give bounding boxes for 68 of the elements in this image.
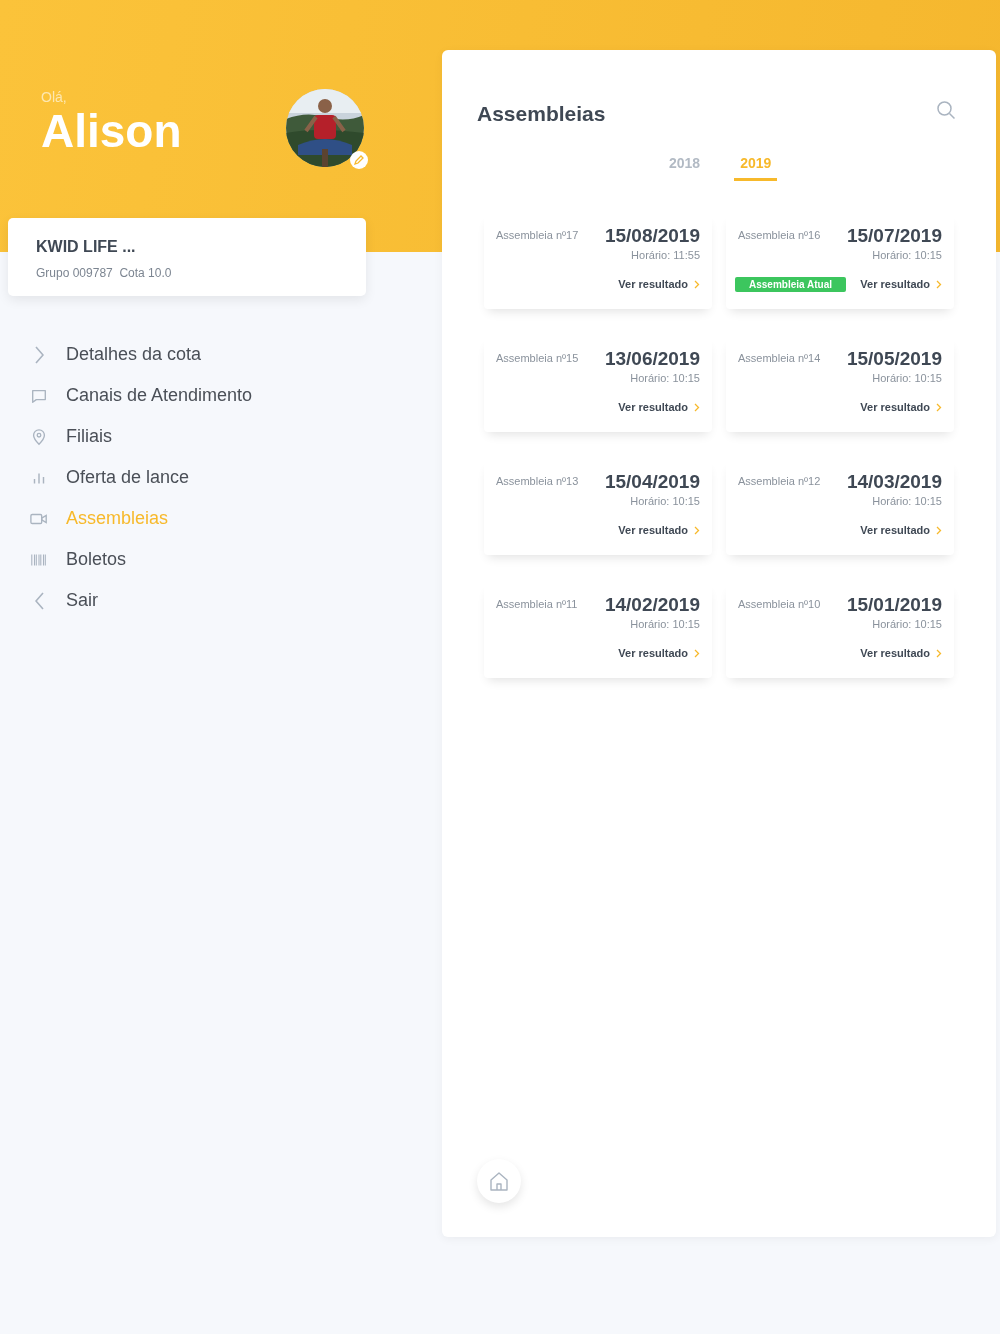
assembly-number: Assembleia nº17	[496, 229, 579, 241]
assembly-date: 14/02/2019	[604, 594, 700, 616]
assembly-date: 13/06/2019	[604, 348, 700, 370]
quota-title: KWID LIFE ...	[36, 238, 137, 256]
result-link[interactable]: Ver resultado	[860, 278, 942, 290]
pencil-icon[interactable]	[350, 151, 368, 169]
assembly-card[interactable]: Assembleia nº13 15/04/2019 Horário: 10:15 Ver resultado	[484, 460, 712, 555]
chevron-right-icon	[936, 648, 942, 658]
result-link[interactable]: Ver resultado	[860, 401, 942, 413]
assembly-number: Assembleia nº14	[738, 352, 821, 364]
assembly-date: 15/01/2019	[846, 594, 942, 616]
assembly-card[interactable]: Assembleia nº12 14/03/2019 Horário: 10:15 Ver resultado	[726, 460, 954, 555]
location-pin-icon	[30, 427, 48, 446]
menu-item[interactable]: Boletos	[0, 539, 442, 580]
menu-item[interactable]: Oferta de lance	[0, 457, 442, 498]
assembly-number: Assembleia nº15	[496, 352, 579, 364]
result-link[interactable]: Ver resultado	[618, 278, 700, 290]
result-link[interactable]: Ver resultado	[618, 524, 700, 536]
assembly-date: 14/03/2019	[846, 471, 942, 493]
result-link[interactable]: Ver resultado	[618, 401, 700, 413]
menu-item[interactable]: Canais de Atendimento	[0, 375, 442, 416]
chevron-right-icon	[936, 402, 942, 412]
assembly-number: Assembleia nº10	[738, 598, 821, 610]
assembly-number: Assembleia nº13	[496, 475, 579, 487]
quota-details: Grupo 009787 Cota 10.0	[36, 266, 173, 280]
assembly-card[interactable]: Assembleia nº16 15/07/2019 Horário: 10:15 Assembleia Atual Ver resultado	[726, 214, 954, 309]
menu-item[interactable]: Filiais	[0, 416, 442, 457]
assembly-date: 15/08/2019	[604, 225, 700, 247]
home-icon	[488, 1170, 510, 1192]
chevron-right-icon	[694, 648, 700, 658]
assembly-time: Horário: 11:55	[630, 249, 700, 261]
assembly-time: Horário: 10:15	[871, 618, 942, 630]
chevron-left-icon	[34, 591, 44, 610]
chevron-right-icon	[34, 345, 44, 364]
assembly-date: 15/04/2019	[604, 471, 700, 493]
search-icon[interactable]	[936, 100, 956, 120]
assembly-number: Assembleia nº16	[738, 229, 821, 241]
assembly-number: Assembleia nº11	[496, 598, 578, 610]
assembly-time: Horário: 10:15	[871, 495, 942, 507]
chevron-right-icon	[936, 279, 942, 289]
result-link[interactable]: Ver resultado	[618, 647, 700, 659]
greeting-text: Olá,	[41, 89, 68, 105]
menu-item[interactable]: Detalhes da cota	[0, 334, 442, 375]
assembly-card[interactable]: Assembleia nº10 15/01/2019 Horário: 10:15 Ver resultado	[726, 583, 954, 678]
assembly-time: Horário: 10:15	[629, 618, 700, 630]
chevron-right-icon	[694, 279, 700, 289]
result-link[interactable]: Ver resultado	[860, 647, 942, 659]
assembly-date: 15/07/2019	[846, 225, 942, 247]
status-badge: Assembleia Atual	[735, 276, 846, 292]
chevron-right-icon	[694, 402, 700, 412]
panel-title: Assembleias	[477, 102, 606, 126]
chevron-right-icon	[694, 525, 700, 535]
assembly-card[interactable]: Assembleia nº11 14/02/2019 Horário: 10:15 Ver resultado	[484, 583, 712, 678]
chevron-right-icon	[936, 525, 942, 535]
user-name: Alison	[41, 107, 182, 156]
assembly-time: Horário: 10:15	[871, 372, 942, 384]
assembly-number: Assembleia nº12	[738, 475, 821, 487]
assembly-card[interactable]: Assembleia nº15 13/06/2019 Horário: 10:15 Ver resultado	[484, 337, 712, 432]
home-button[interactable]	[477, 1159, 521, 1203]
assembly-time: Horário: 10:15	[871, 249, 942, 261]
assembly-date: 15/05/2019	[846, 348, 942, 370]
menu-item[interactable]: Sair	[0, 580, 442, 621]
quota-card[interactable]: KWID LIFE ... Grupo 009787 Cota 10.0	[8, 218, 366, 296]
result-link[interactable]: Ver resultado	[860, 524, 942, 536]
assembly-time: Horário: 10:15	[629, 372, 700, 384]
assembly-time: Horário: 10:15	[629, 495, 700, 507]
assembly-card[interactable]: Assembleia nº14 15/05/2019 Horário: 10:15 Ver resultado	[726, 337, 954, 432]
assembly-card[interactable]: Assembleia nº17 15/08/2019 Horário: 11:55 Ver resultado	[484, 214, 712, 309]
